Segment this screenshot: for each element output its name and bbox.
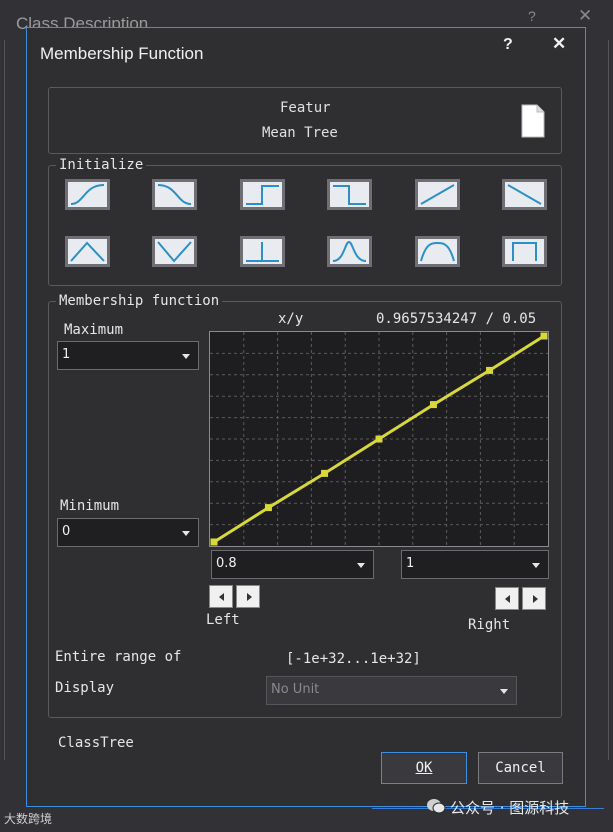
cancel-button[interactable]: Cancel xyxy=(478,752,563,784)
minimum-value: 0 xyxy=(62,524,71,539)
feature-panel xyxy=(48,87,562,154)
singleton-icon xyxy=(246,242,279,262)
document-icon[interactable] xyxy=(520,104,546,138)
shape-smaller-than-step-button[interactable] xyxy=(327,179,372,210)
curve-point[interactable] xyxy=(210,538,218,546)
ok-button[interactable]: OK xyxy=(381,752,467,784)
background-help-button[interactable]: ? xyxy=(528,8,536,24)
rectangle-range-icon xyxy=(512,242,537,261)
minimum-combo[interactable]: 0 xyxy=(57,518,199,547)
curve-point[interactable] xyxy=(486,366,494,374)
shape-inverted-triangle-button[interactable] xyxy=(152,236,197,267)
curve-point[interactable] xyxy=(540,332,548,340)
chevron-down-icon xyxy=(500,689,508,694)
xy-value: 0.9657534247 / 0.05 xyxy=(376,311,537,327)
shape-smaller-than-sigmoid-button[interactable] xyxy=(152,179,197,210)
shape-about-range-button[interactable] xyxy=(415,236,460,267)
class-name-label: ClassTree xyxy=(58,735,134,751)
shape-larger-than-sigmoid-button[interactable] xyxy=(65,179,110,210)
minimum-label: Minimum xyxy=(60,498,120,514)
right-increase-button[interactable] xyxy=(522,587,546,610)
left-increase-button[interactable] xyxy=(236,585,260,608)
shape-gaussian-button[interactable] xyxy=(327,236,372,267)
shape-full-range-button[interactable] xyxy=(502,236,547,267)
bell-range-icon xyxy=(420,241,455,262)
display-unit-combo[interactable]: No Unit xyxy=(266,676,517,705)
watermark-left: 大数跨境 xyxy=(4,812,53,826)
right-decrease-button[interactable] xyxy=(495,587,519,610)
sigmoid-up-icon xyxy=(70,184,105,205)
inverted-triangle-icon xyxy=(157,241,192,263)
shape-larger-than-step-button[interactable] xyxy=(240,179,285,210)
chevron-down-icon xyxy=(357,563,365,568)
membership-chart[interactable] xyxy=(210,332,548,546)
linear-down-icon xyxy=(507,184,542,205)
watermark-right: 公众号 · 图源科技 xyxy=(450,799,570,817)
maximum-value: 1 xyxy=(62,347,71,362)
entire-range-label: Entire range of xyxy=(55,649,182,665)
curve-point[interactable] xyxy=(321,469,329,477)
wechat-icon xyxy=(427,799,446,814)
dialog-title: Membership Function xyxy=(40,44,204,63)
shape-triangle-button[interactable] xyxy=(65,236,110,267)
chevron-down-icon xyxy=(182,354,190,359)
gaussian-icon xyxy=(332,240,367,262)
ok-button-label: OK xyxy=(415,760,433,776)
close-button[interactable]: ✕ xyxy=(552,34,566,54)
xy-label: x/y xyxy=(278,311,304,327)
unit-value: No Unit xyxy=(271,682,320,697)
right-label: Right xyxy=(468,617,511,633)
initialize-group xyxy=(48,165,562,286)
membership-chart-frame[interactable] xyxy=(209,331,549,547)
linear-up-icon xyxy=(420,184,455,205)
background-close-button[interactable]: ✕ xyxy=(578,6,592,26)
right-value-combo[interactable]: 1 xyxy=(401,550,549,579)
left-value: 0.8 xyxy=(216,556,237,571)
left-value-combo[interactable]: 0.8 xyxy=(211,550,374,579)
feature-name-line1: Featur xyxy=(280,100,331,116)
curve-point[interactable] xyxy=(375,435,383,443)
shape-larger-than-linear-button[interactable] xyxy=(415,179,460,210)
feature-name-line2: Mean Tree xyxy=(262,125,338,141)
arrow-left-icon xyxy=(505,595,510,603)
maximum-label: Maximum xyxy=(64,322,124,338)
entire-range-value: [-1e+32...1e+32] xyxy=(286,651,421,667)
left-decrease-button[interactable] xyxy=(209,585,233,608)
arrow-right-icon xyxy=(247,593,252,601)
membership-function-legend: Membership function xyxy=(56,293,223,309)
curve-point[interactable] xyxy=(429,401,437,409)
triangle-icon xyxy=(70,241,105,262)
left-label: Left xyxy=(206,612,240,628)
shape-singleton-button[interactable] xyxy=(240,236,285,267)
cancel-button-label: Cancel xyxy=(495,760,546,776)
background-window-border-right xyxy=(592,40,609,760)
step-down-icon xyxy=(333,185,366,205)
maximum-combo[interactable]: 1 xyxy=(57,341,199,370)
arrow-right-icon xyxy=(533,595,538,603)
arrow-left-icon xyxy=(219,593,224,601)
display-unit-label: Display xyxy=(55,680,115,696)
initialize-legend: Initialize xyxy=(56,157,147,173)
step-up-icon xyxy=(246,185,279,205)
help-button[interactable]: ? xyxy=(503,36,513,54)
sigmoid-down-icon xyxy=(157,184,192,205)
chevron-down-icon xyxy=(182,531,190,536)
chevron-down-icon xyxy=(532,563,540,568)
curve-point[interactable] xyxy=(264,504,272,512)
right-value: 1 xyxy=(406,556,415,571)
shape-smaller-than-linear-button[interactable] xyxy=(502,179,547,210)
background-window-border-left xyxy=(4,40,21,760)
